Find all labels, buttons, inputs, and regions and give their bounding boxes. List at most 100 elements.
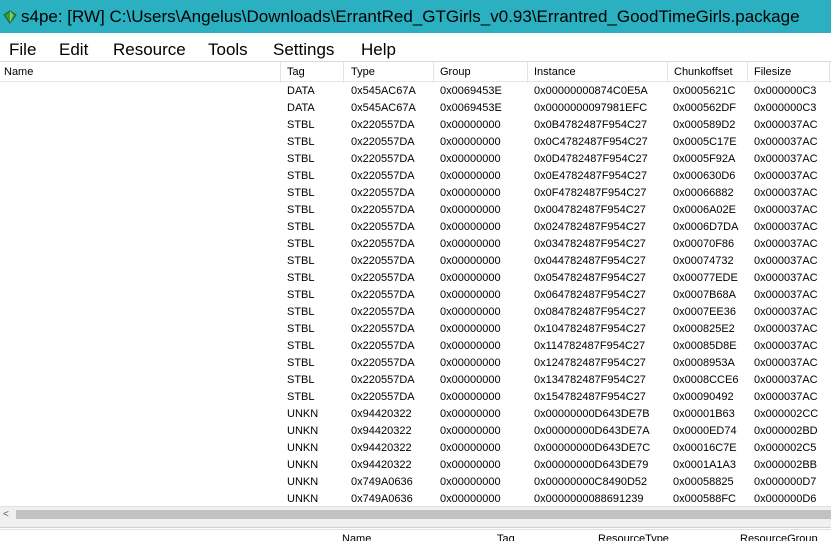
menu-settings[interactable]: Settings: [273, 40, 334, 60]
cell-name: [3, 287, 279, 304]
cell-name: [3, 491, 279, 506]
table-row[interactable]: DATA 0x545AC67A 0x0069453E 0x0000000097981E…: [0, 100, 831, 117]
cell-instance: 0x0B4782487F954C27: [534, 119, 648, 131]
cell-name: [3, 423, 279, 440]
table-row[interactable]: UNKN 0x94420322 0x00000000 0x00000000D643DE…: [0, 440, 831, 457]
menu-edit[interactable]: Edit: [59, 40, 88, 60]
cell-tag: UNKN: [287, 476, 319, 488]
cell-name: [3, 185, 279, 202]
cell-instance: 0x034782487F954C27: [534, 238, 646, 250]
column-divider[interactable]: [433, 62, 434, 83]
cell-filesize: 0x000000D6: [754, 493, 817, 505]
table-row[interactable]: STBL 0x220557DA 0x00000000 0x134782487F954C…: [0, 372, 831, 389]
cell-chunkoffset: 0x0005621C: [673, 85, 736, 97]
table-row[interactable]: UNKN 0x94420322 0x00000000 0x00000000D643DE…: [0, 406, 831, 423]
title-bar: s4pe: [RW] C:\Users\Angelus\Downloads\Er…: [0, 0, 831, 33]
table-row[interactable]: UNKN 0x749A0636 0x00000000 0x00000000C8490D…: [0, 474, 831, 491]
cell-name: [3, 440, 279, 457]
column-divider[interactable]: [280, 62, 281, 83]
cell-name: [3, 270, 279, 287]
cell-instance: 0x0D4782487F954C27: [534, 153, 648, 165]
cell-tag: STBL: [287, 221, 315, 233]
table-row[interactable]: UNKN 0x94420322 0x00000000 0x00000000D643DE…: [0, 457, 831, 474]
column-header-instance[interactable]: Instance: [530, 62, 667, 83]
table-row[interactable]: DATA 0x545AC67A 0x0069453E 0x00000000874C0E…: [0, 83, 831, 100]
cell-tag: STBL: [287, 170, 315, 182]
cell-chunkoffset: 0x0008953A: [673, 357, 735, 369]
column-divider[interactable]: [343, 62, 344, 83]
column-header-filesize[interactable]: Filesize: [750, 62, 830, 83]
table-row[interactable]: STBL 0x220557DA 0x00000000 0x0C4782487F954C…: [0, 134, 831, 151]
cell-tag: UNKN: [287, 493, 319, 505]
table-row[interactable]: STBL 0x220557DA 0x00000000 0x044782487F954C…: [0, 253, 831, 270]
column-header-chunkoffset[interactable]: Chunkoffset: [670, 62, 747, 83]
cell-tag: STBL: [287, 204, 315, 216]
cell-filesize: 0x000037AC: [754, 323, 818, 335]
cell-instance: 0x104782487F954C27: [534, 323, 646, 335]
cell-chunkoffset: 0x0005F92A: [673, 153, 736, 165]
pane-splitter[interactable]: [0, 522, 831, 528]
detail-column-header-resourcetype[interactable]: ResourceType: [598, 532, 669, 541]
cell-name: [3, 202, 279, 219]
chevron-left-icon[interactable]: <: [3, 508, 13, 521]
cell-instance: 0x00000000D643DE7A: [534, 425, 650, 437]
cell-tag: UNKN: [287, 459, 319, 471]
cell-name: [3, 406, 279, 423]
cell-type: 0x220557DA: [351, 272, 415, 284]
scrollbar-thumb[interactable]: [16, 510, 831, 519]
table-row[interactable]: STBL 0x220557DA 0x00000000 0x034782487F954C…: [0, 236, 831, 253]
cell-type: 0x220557DA: [351, 204, 415, 216]
table-row[interactable]: STBL 0x220557DA 0x00000000 0x084782487F954C…: [0, 304, 831, 321]
detail-column-header-name[interactable]: Name: [342, 532, 371, 541]
cell-chunkoffset: 0x0000ED74: [673, 425, 737, 437]
table-row[interactable]: STBL 0x220557DA 0x00000000 0x054782487F954C…: [0, 270, 831, 287]
table-row[interactable]: UNKN 0x749A0636 0x00000000 0x00000000886912…: [0, 491, 831, 506]
column-divider[interactable]: [667, 62, 668, 83]
table-row[interactable]: UNKN 0x94420322 0x00000000 0x00000000D643DE…: [0, 423, 831, 440]
cell-group: 0x00000000: [440, 238, 501, 250]
cell-chunkoffset: 0x00016C7E: [673, 442, 737, 454]
cell-type: 0x749A0636: [351, 476, 413, 488]
column-header-group[interactable]: Group: [436, 62, 527, 83]
column-header-name[interactable]: Name: [0, 62, 280, 83]
cell-type: 0x94420322: [351, 459, 412, 471]
menu-resource[interactable]: Resource: [113, 40, 186, 60]
table-row[interactable]: STBL 0x220557DA 0x00000000 0x0F4782487F954C…: [0, 185, 831, 202]
table-row[interactable]: STBL 0x220557DA 0x00000000 0x114782487F954C…: [0, 338, 831, 355]
column-divider[interactable]: [527, 62, 528, 83]
resource-list[interactable]: DATA 0x545AC67A 0x0069453E 0x00000000874C0E…: [0, 83, 831, 506]
cell-instance: 0x114782487F954C27: [534, 340, 646, 352]
detail-column-header-tag[interactable]: Tag: [497, 532, 515, 541]
table-row[interactable]: STBL 0x220557DA 0x00000000 0x024782487F954C…: [0, 219, 831, 236]
table-row[interactable]: STBL 0x220557DA 0x00000000 0x124782487F954C…: [0, 355, 831, 372]
horizontal-scrollbar[interactable]: <: [0, 506, 831, 522]
table-row[interactable]: STBL 0x220557DA 0x00000000 0x004782487F954C…: [0, 202, 831, 219]
table-row[interactable]: STBL 0x220557DA 0x00000000 0x0E4782487F954C…: [0, 168, 831, 185]
cell-chunkoffset: 0x0008CCE6: [673, 374, 739, 386]
cell-chunkoffset: 0x000630D6: [673, 170, 736, 182]
column-header-type[interactable]: Type: [347, 62, 433, 83]
column-divider[interactable]: [747, 62, 748, 83]
cell-name: [3, 474, 279, 491]
cell-filesize: 0x000037AC: [754, 170, 818, 182]
cell-tag: UNKN: [287, 425, 319, 437]
cell-instance: 0x004782487F954C27: [534, 204, 646, 216]
detail-column-header-resourcegroup[interactable]: ResourceGroup: [740, 532, 818, 541]
menu-tools[interactable]: Tools: [208, 40, 248, 60]
table-row[interactable]: STBL 0x220557DA 0x00000000 0x104782487F954C…: [0, 321, 831, 338]
menu-file[interactable]: File: [9, 40, 36, 60]
table-row[interactable]: STBL 0x220557DA 0x00000000 0x0D4782487F954C…: [0, 151, 831, 168]
cell-type: 0x94420322: [351, 425, 412, 437]
table-row[interactable]: STBL 0x220557DA 0x00000000 0x064782487F954C…: [0, 287, 831, 304]
column-header-tag[interactable]: Tag: [283, 62, 343, 83]
table-row[interactable]: STBL 0x220557DA 0x00000000 0x154782487F954C…: [0, 389, 831, 406]
cell-tag: STBL: [287, 357, 315, 369]
cell-chunkoffset: 0x00001B63: [673, 408, 735, 420]
cell-filesize: 0x000037AC: [754, 306, 818, 318]
table-row[interactable]: STBL 0x220557DA 0x00000000 0x0B4782487F954C…: [0, 117, 831, 134]
cell-group: 0x00000000: [440, 204, 501, 216]
menu-help[interactable]: Help: [361, 40, 396, 60]
cell-filesize: 0x000037AC: [754, 153, 818, 165]
cell-filesize: 0x000037AC: [754, 340, 818, 352]
column-divider[interactable]: [829, 62, 830, 83]
